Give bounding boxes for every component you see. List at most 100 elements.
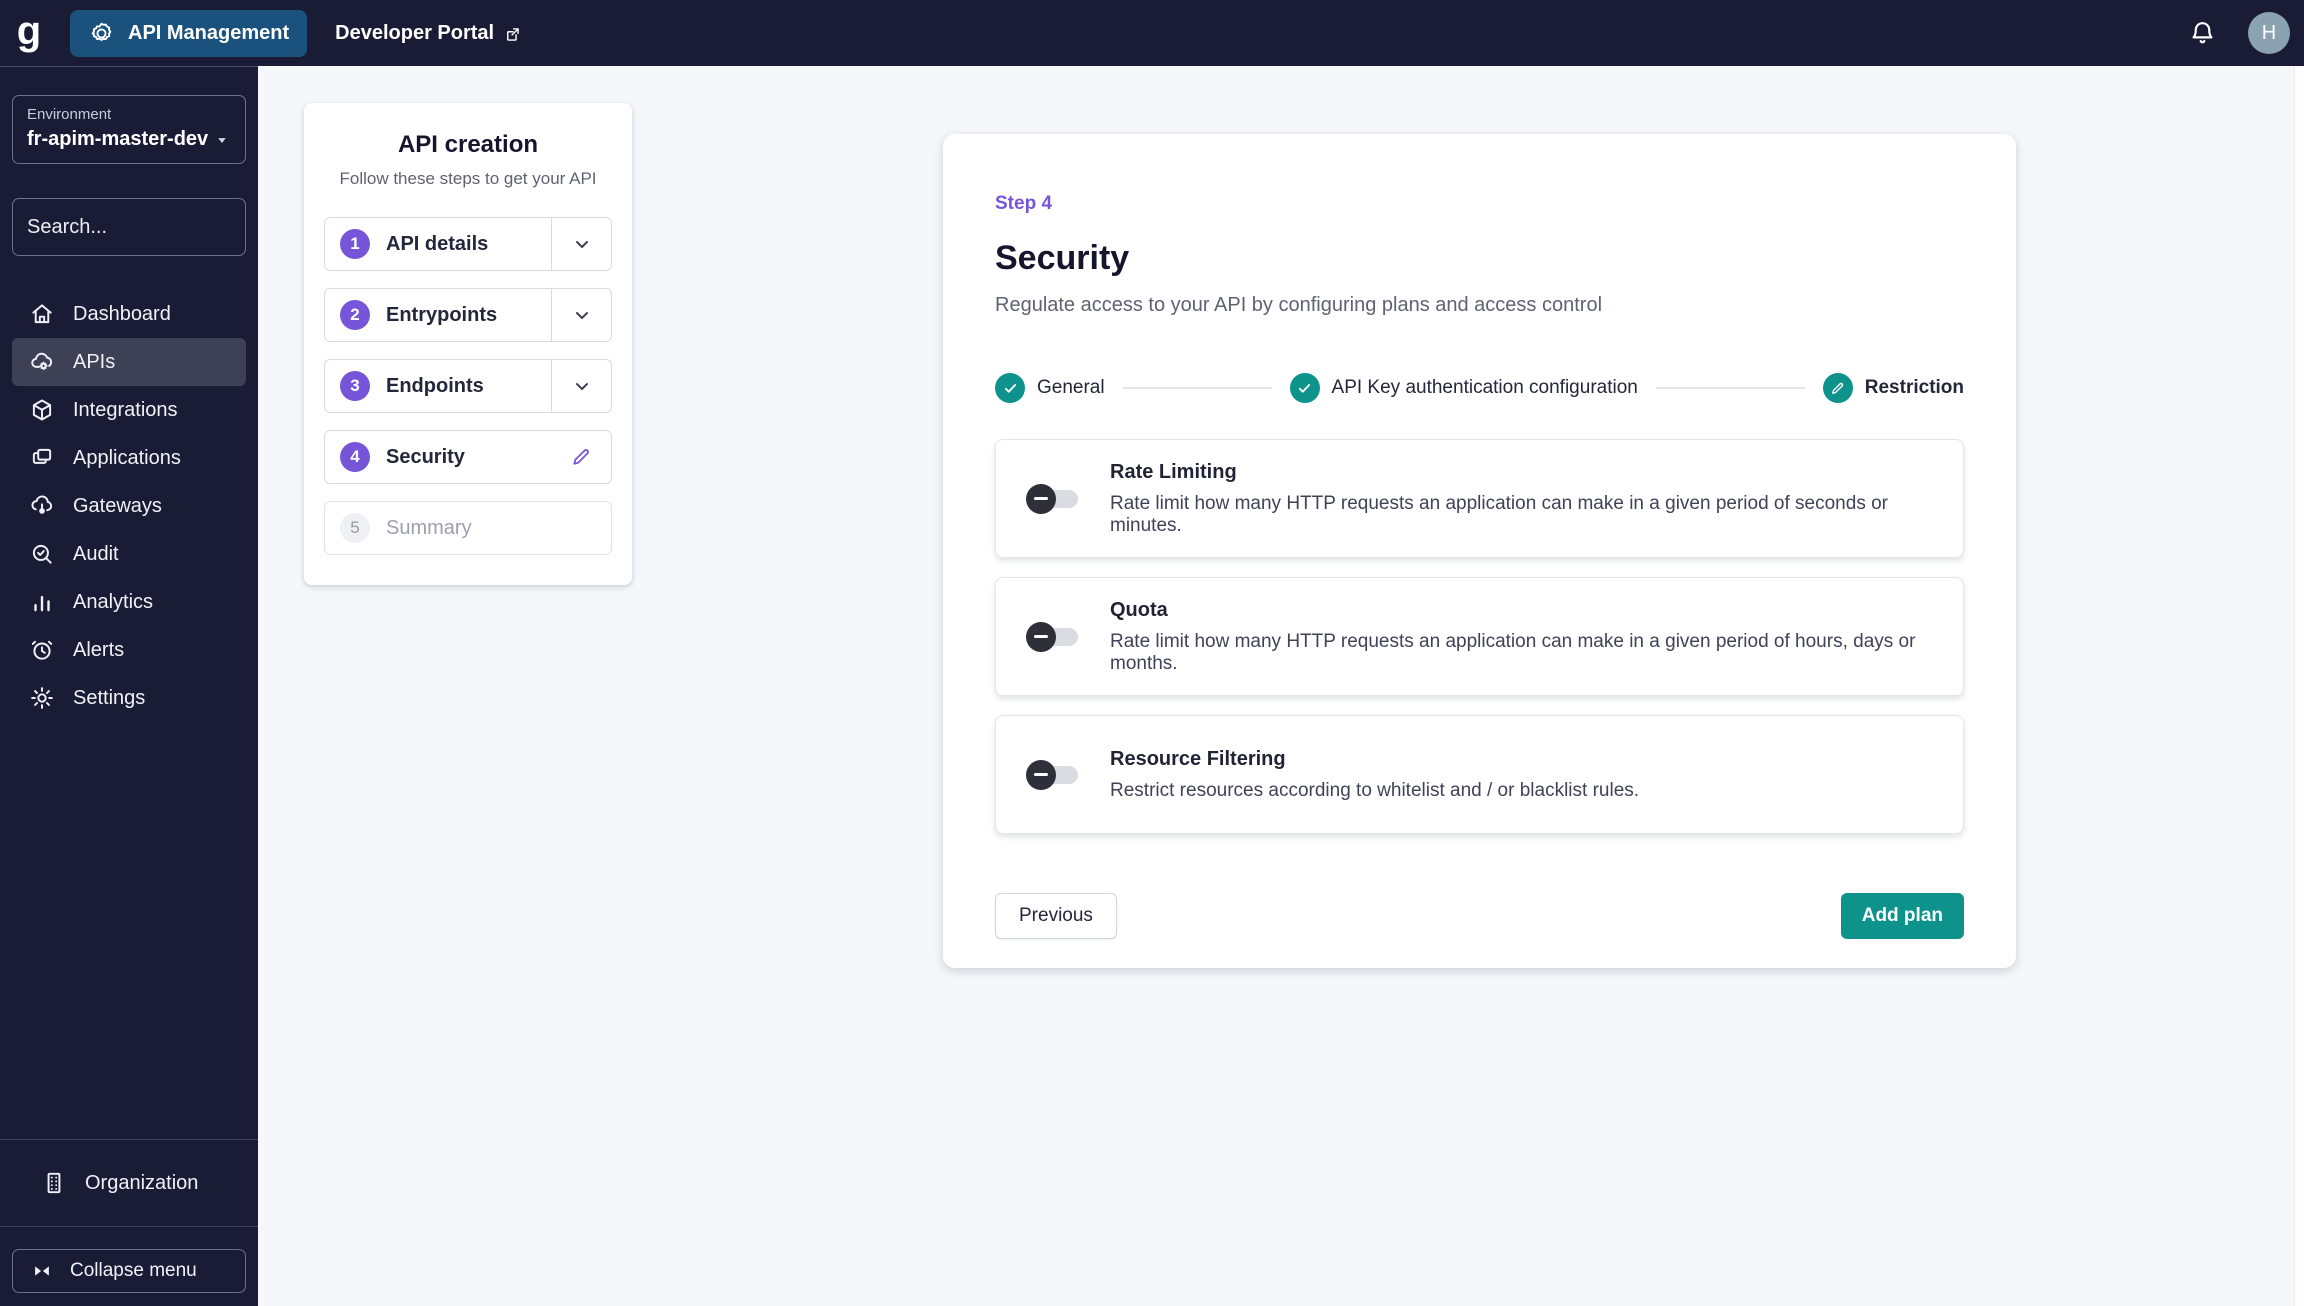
- sidebar: Environment fr-apim-master-dev Search...…: [0, 66, 315, 1306]
- api-management-label: API Management: [128, 21, 290, 44]
- sidebar-item-dashboard[interactable]: Dashboard: [12, 290, 246, 338]
- chevron-down-icon[interactable]: [551, 289, 611, 341]
- sidebar-item-label: Organization: [85, 1171, 199, 1194]
- chevron-down-icon[interactable]: [551, 218, 611, 270]
- top-bar: g API Management Developer Portal H: [0, 0, 2304, 66]
- sidebar-search: [12, 198, 315, 256]
- option-description: Restrict resources according to whitelis…: [1110, 779, 1640, 801]
- wizard-step-entrypoints: 2 Entrypoints: [324, 288, 612, 342]
- sidebar-nav: Dashboard APIs Integrations Applications…: [0, 290, 258, 722]
- wizard-step-endpoints: 3 Endpoints: [324, 359, 612, 413]
- step-number-badge: 3: [340, 371, 370, 401]
- check-icon: [995, 373, 1025, 403]
- collapse-menu-label: Collapse menu: [70, 1260, 197, 1281]
- step-number-badge: 1: [340, 229, 370, 259]
- rate-limiting-toggle[interactable]: [1026, 483, 1080, 514]
- page-title: Security: [995, 239, 1130, 277]
- toggle-off-icon: [1026, 621, 1056, 652]
- sidebar-item-label: Integrations: [73, 398, 178, 421]
- sidebar-item-gateways[interactable]: Gateways: [12, 482, 246, 530]
- stepper-step-restriction[interactable]: Restriction: [1822, 373, 1965, 403]
- wizard-steps: 1 API details 2 Entrypoints 3 Endpoints …: [324, 217, 612, 555]
- quota-card: Quota Rate limit how many HTTP requests …: [995, 577, 1964, 696]
- collapse-menu-button[interactable]: Collapse menu: [12, 1249, 246, 1293]
- external-link-icon: [503, 23, 522, 44]
- collapse-icon: [31, 1260, 53, 1282]
- step-label: Summary: [386, 516, 472, 539]
- sidebar-item-label: Audit: [73, 542, 119, 565]
- sidebar-item-label: APIs: [73, 350, 116, 373]
- caret-down-icon: [213, 131, 231, 149]
- cube-icon: [29, 397, 55, 423]
- environment-label: Environment: [27, 106, 112, 123]
- stepper-step-api-key[interactable]: API Key authentication configuration: [1289, 373, 1638, 403]
- option-title: Rate Limiting: [1110, 460, 1237, 483]
- building-icon: [41, 1170, 67, 1196]
- stepper-connector: [1122, 387, 1272, 389]
- stepper-connector: [1655, 387, 1805, 389]
- option-title: Quota: [1110, 598, 1168, 621]
- home-icon: [29, 301, 55, 327]
- pencil-icon[interactable]: [551, 431, 611, 483]
- sidebar-item-label: Gateways: [73, 494, 162, 517]
- api-management-button[interactable]: API Management: [70, 9, 308, 57]
- user-avatar[interactable]: H: [2248, 12, 2290, 54]
- step-tag: Step 4: [995, 193, 1053, 214]
- alarm-clock-icon: [29, 637, 55, 663]
- bar-chart-icon: [29, 589, 55, 615]
- toggle-off-icon: [1026, 759, 1056, 790]
- option-title: Resource Filtering: [1110, 747, 1286, 770]
- environment-selector[interactable]: Environment fr-apim-master-dev: [12, 95, 246, 164]
- sidebar-item-label: Alerts: [73, 638, 125, 661]
- toggle-off-icon: [1026, 483, 1056, 514]
- stepper-step-general[interactable]: General: [995, 373, 1105, 403]
- sidebar-item-settings[interactable]: Settings: [12, 674, 246, 722]
- add-plan-button[interactable]: Add plan: [1840, 893, 1964, 939]
- sidebar-item-analytics[interactable]: Analytics: [12, 578, 246, 626]
- stepper-label: General: [1037, 377, 1105, 398]
- magnifier-check-icon: [29, 541, 55, 567]
- sidebar-item-audit[interactable]: Audit: [12, 530, 246, 578]
- quota-toggle[interactable]: [1026, 621, 1080, 652]
- step-number-badge: 2: [340, 300, 370, 330]
- wizard-step-api-details: 1 API details: [324, 217, 612, 271]
- sidebar-item-label: Analytics: [73, 590, 154, 613]
- api-management-badge-icon: [88, 20, 115, 47]
- search-input[interactable]: [27, 215, 292, 239]
- step-label: Security: [386, 445, 465, 468]
- previous-button[interactable]: Previous: [995, 893, 1117, 939]
- step-number-badge: 5: [340, 513, 370, 543]
- sidebar-item-organization[interactable]: Organization: [24, 1159, 234, 1207]
- scrollbar-track[interactable]: [2294, 66, 2304, 1306]
- security-step-card: Step 4 Security Regulate access to your …: [943, 134, 2016, 968]
- plan-stepper: General API Key authentication configura…: [995, 373, 1964, 403]
- notifications-bell-icon[interactable]: [2187, 18, 2218, 49]
- step-actions: Previous Add plan: [995, 893, 1964, 939]
- resource-filtering-toggle[interactable]: [1026, 759, 1080, 790]
- stepper-label: Restriction: [1864, 377, 1965, 398]
- sidebar-item-alerts[interactable]: Alerts: [12, 626, 246, 674]
- main-area: API creation Follow these steps to get y…: [258, 66, 2304, 1306]
- step-number-badge: 4: [340, 442, 370, 472]
- environment-value: fr-apim-master-dev: [27, 128, 209, 150]
- sidebar-item-integrations[interactable]: Integrations: [12, 386, 246, 434]
- developer-portal-link[interactable]: Developer Portal: [335, 22, 522, 45]
- resource-filtering-card: Resource Filtering Restrict resources ac…: [995, 715, 1964, 834]
- gear-icon: [29, 685, 55, 711]
- chevron-down-icon[interactable]: [551, 360, 611, 412]
- stepper-label: API Key authentication configuration: [1331, 377, 1638, 398]
- check-icon: [1289, 373, 1320, 403]
- step-label: Endpoints: [386, 374, 484, 397]
- sidebar-item-apis[interactable]: APIs: [12, 338, 246, 386]
- step-label: Entrypoints: [386, 303, 498, 326]
- gravitee-logo[interactable]: g: [0, 11, 58, 51]
- developer-portal-label: Developer Portal: [335, 21, 495, 44]
- wizard-subtitle: Follow these steps to get your API: [339, 169, 597, 188]
- pencil-icon: [1822, 373, 1853, 403]
- cloud-node-icon: [29, 493, 55, 519]
- page-description: Regulate access to your API by configuri…: [995, 294, 1603, 316]
- sidebar-item-applications[interactable]: Applications: [12, 434, 246, 482]
- rate-limiting-card: Rate Limiting Rate limit how many HTTP r…: [995, 439, 1964, 558]
- sidebar-item-label: Dashboard: [73, 302, 171, 325]
- cloud-gear-icon: [29, 349, 55, 375]
